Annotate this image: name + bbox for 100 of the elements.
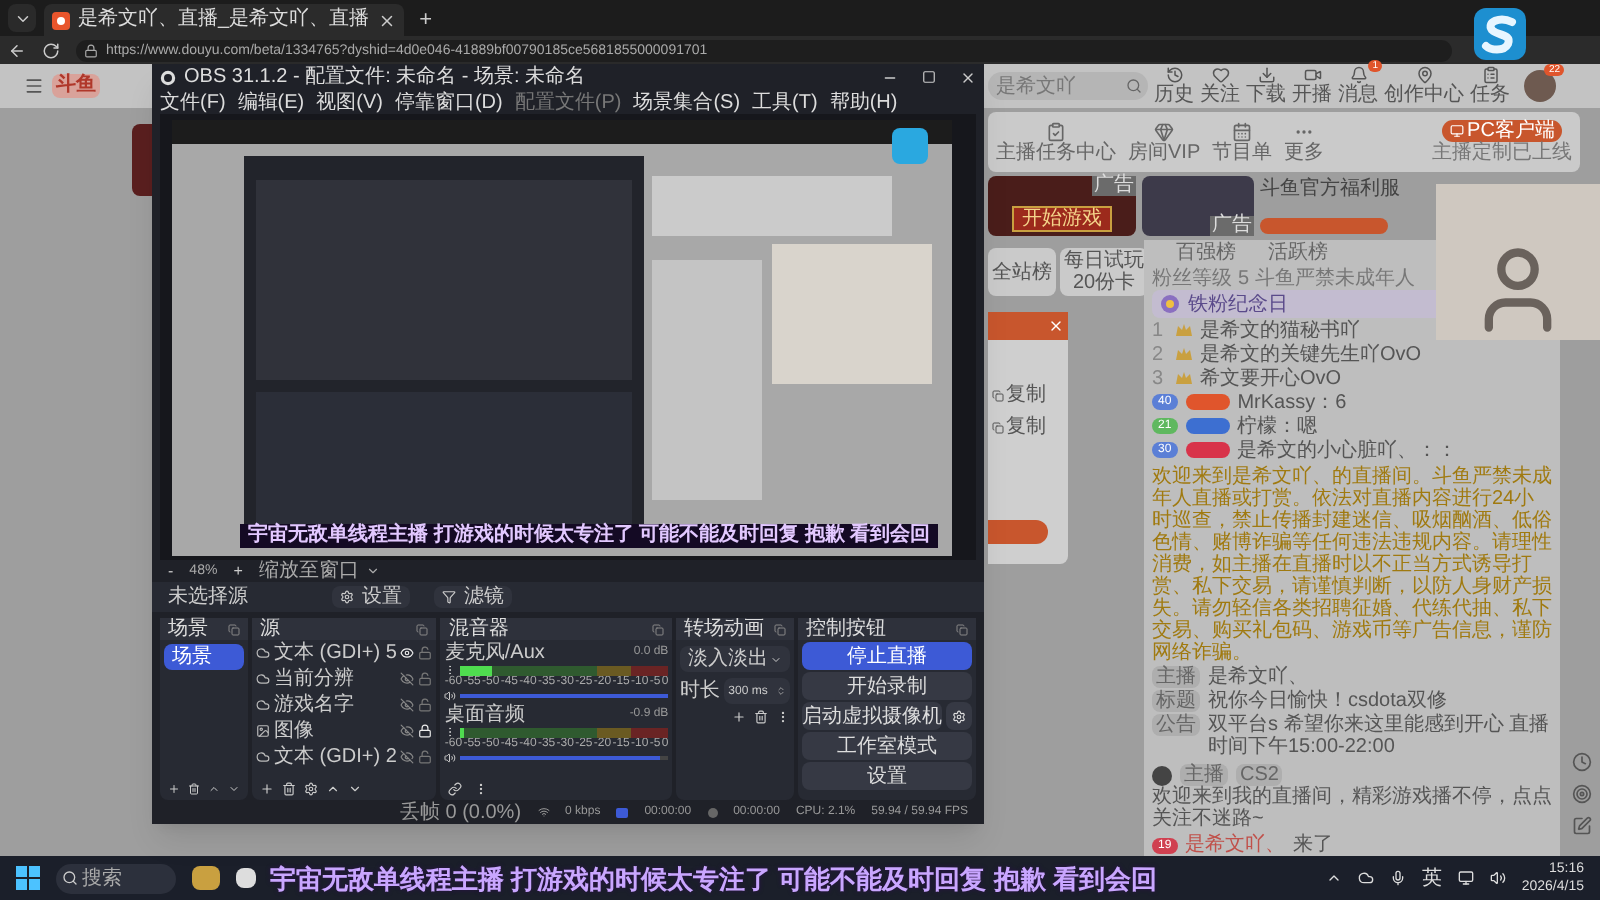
feature-item[interactable]: 房间VIP (1128, 121, 1201, 163)
feature-item[interactable]: 节目单 (1212, 121, 1273, 163)
taskbar-app-icon[interactable] (192, 866, 220, 890)
browser-tab[interactable]: 是希文吖、直播_是希文吖、直播 (44, 4, 404, 36)
maximize-icon[interactable] (922, 70, 936, 84)
menu-item[interactable]: 停靠窗口(D) (394, 91, 503, 113)
trash-icon[interactable] (188, 782, 200, 796)
eye-off-icon[interactable] (400, 698, 415, 712)
unlock-icon[interactable] (418, 672, 433, 686)
source-item[interactable]: 文本 (GDI+) 5 (274, 642, 397, 664)
source-item[interactable]: 图像 (274, 720, 397, 742)
trash-icon[interactable] (754, 710, 768, 724)
menu-item[interactable]: 编辑(E) (237, 91, 305, 113)
eye-off-icon[interactable] (400, 724, 415, 738)
history-icon[interactable] (1572, 752, 1592, 772)
back-icon[interactable] (8, 41, 26, 59)
settings-button[interactable] (946, 702, 972, 730)
settings-icon[interactable] (304, 782, 318, 796)
search-field[interactable]: 是希文吖 (988, 72, 1148, 100)
menu-item[interactable]: 帮助(H) (829, 91, 898, 113)
unlock-icon[interactable] (418, 698, 433, 712)
zoom-mode-select[interactable]: 缩放至窗口 (258, 560, 381, 582)
start-game-button[interactable]: 开始游戏 (1012, 206, 1112, 232)
undock-icon[interactable] (228, 623, 240, 635)
control-button[interactable]: 工作室模式 (802, 732, 972, 760)
volume-slider[interactable] (460, 690, 669, 702)
menu-item[interactable]: 视图(V) (316, 91, 383, 113)
eye-off-icon[interactable] (400, 750, 415, 764)
lock-icon[interactable] (418, 724, 433, 738)
eye-off-icon[interactable] (400, 672, 415, 686)
nav-item[interactable]: 历史 (1154, 66, 1194, 106)
microphone-icon[interactable] (1389, 870, 1406, 886)
game-ad-banner[interactable]: 广告 开始游戏 (988, 176, 1136, 236)
speaker-icon[interactable] (444, 690, 457, 702)
close-tab-icon[interactable] (377, 11, 396, 29)
rank-tab[interactable]: 全站榜 (988, 248, 1056, 296)
down-icon[interactable] (228, 782, 240, 796)
menu-item[interactable]: 工具(T) (752, 91, 818, 113)
search-icon (62, 870, 78, 886)
properties-button[interactable]: 设置 (332, 586, 410, 608)
nav-item[interactable]: 开播 (1292, 66, 1332, 106)
control-button[interactable]: 开始录制 (802, 672, 972, 700)
cloud-icon[interactable] (1357, 870, 1374, 886)
volume-slider[interactable] (460, 752, 669, 764)
windows-start-icon[interactable] (16, 866, 40, 890)
down-icon[interactable] (348, 782, 362, 796)
control-button[interactable]: 停止直播 (802, 642, 972, 670)
undock-icon[interactable] (652, 623, 665, 635)
tray-expand-icon[interactable] (1325, 870, 1342, 886)
link-icon[interactable] (448, 782, 463, 796)
ad-title: 斗鱼官方福利服 (1260, 178, 1400, 200)
more-icon[interactable] (776, 710, 790, 724)
nav-item[interactable]: 关注 (1200, 66, 1240, 106)
undock-icon[interactable] (774, 623, 786, 635)
source-item[interactable]: 当前分辨 (274, 668, 397, 690)
display-icon[interactable] (1457, 870, 1474, 886)
refresh-icon[interactable] (42, 41, 60, 59)
target-icon[interactable] (1572, 784, 1592, 804)
spinner-arrows-icon[interactable] (776, 686, 786, 696)
search-icon[interactable] (1126, 78, 1142, 94)
source-item[interactable]: 游戏名字 (274, 694, 397, 716)
up-icon[interactable] (326, 782, 340, 796)
pc-client-button[interactable]: PC客户端 (1441, 120, 1563, 142)
tab-list-button[interactable] (8, 4, 36, 32)
fan-name: 是希文的关键先生吖OvO (1200, 343, 1422, 365)
unlock-icon[interactable] (418, 750, 433, 764)
copy-button[interactable]: 复制 (992, 416, 1068, 438)
nav-item[interactable]: 任务 (1470, 66, 1510, 106)
menu-item[interactable]: 场景集合(S) (633, 91, 741, 113)
up-icon[interactable] (208, 782, 220, 796)
nav-item[interactable]: 创作中心 (1384, 66, 1464, 106)
undock-icon[interactable] (956, 623, 968, 635)
copy-button[interactable]: 复制 (992, 384, 1068, 406)
zoom-in-button[interactable]: + (233, 561, 243, 581)
add-icon[interactable] (168, 782, 180, 796)
undock-icon[interactable] (416, 623, 429, 635)
menu-item[interactable]: 文件(F) (160, 91, 226, 113)
feature-item[interactable]: 更多 (1284, 121, 1325, 163)
control-button[interactable]: 启动虚拟摄像机 (802, 702, 942, 730)
close-icon[interactable] (960, 69, 976, 85)
add-icon[interactable] (732, 710, 746, 724)
new-tab-button[interactable]: + (411, 6, 440, 34)
scene-item[interactable]: 场景 (164, 644, 244, 670)
taskbar-app-icon[interactable] (236, 868, 256, 888)
trash-icon[interactable] (282, 782, 296, 796)
edit-icon[interactable] (1572, 816, 1592, 836)
eye-icon[interactable] (400, 646, 415, 660)
nav-item[interactable]: 下载 (1246, 66, 1286, 106)
input-method-indicator[interactable]: 英 (1421, 867, 1442, 889)
feature-item[interactable]: 主播任务中心 (996, 121, 1116, 163)
rank-tab[interactable]: 每日试玩 20份卡 (1060, 248, 1148, 296)
taskbar-search-field[interactable]: 搜索 (56, 863, 176, 893)
transition-select[interactable]: 淡入淡出 (680, 646, 790, 672)
control-button[interactable]: 设置 (802, 762, 972, 790)
add-icon[interactable] (260, 782, 274, 796)
menu-icon[interactable] (24, 76, 44, 96)
speaker-icon[interactable] (444, 752, 457, 764)
source-item[interactable]: 文本 (GDI+) 2 (274, 746, 397, 768)
volume-icon[interactable] (1489, 870, 1506, 886)
filters-button[interactable]: 滤镜 (434, 586, 512, 608)
